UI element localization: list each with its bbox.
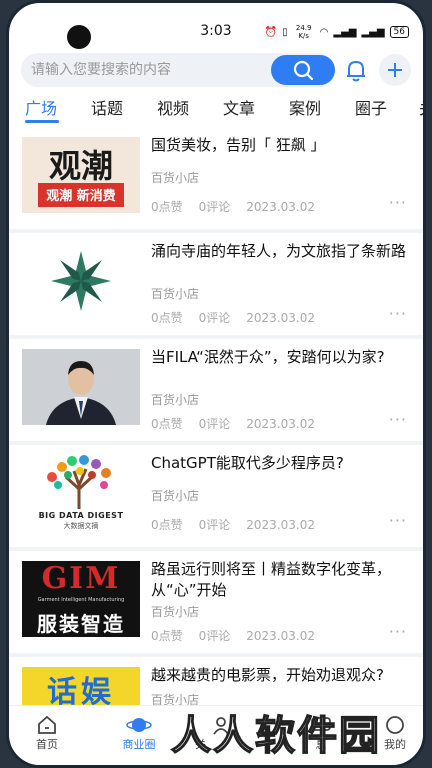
vibrate-icon: ▯ bbox=[282, 26, 288, 38]
thumb-subcaption-cn: 服装智造 bbox=[37, 612, 125, 636]
battery-icon: 56 bbox=[389, 26, 409, 38]
tree-logo-icon bbox=[47, 455, 111, 509]
shop-name: 百货小店 bbox=[151, 287, 200, 301]
article-title[interactable]: 国货美妆，告别「 狂飙 」 bbox=[151, 135, 415, 156]
article-thumbnail bbox=[22, 349, 140, 425]
thumb-caption: GIM bbox=[41, 561, 121, 596]
article-meta: 0点赞 0评论 2023.03.02 bbox=[151, 198, 331, 215]
comment-count: 0评论 bbox=[198, 629, 231, 643]
list-item[interactable]: 涌向寺庙的年轻人，为文旅指了条新路 百货小店 0点赞 0评论 2023.03.02 … bbox=[9, 233, 423, 335]
more-button[interactable]: ··· bbox=[389, 304, 407, 323]
status-icons: ⏰ ▯ 24.9 K/s ◠ ▂▄▆ ▂▄▆ 56 bbox=[265, 24, 409, 40]
net-speed: 24.9 K/s bbox=[295, 24, 312, 40]
article-title[interactable]: 涌向寺庙的年轻人，为文旅指了条新路 bbox=[151, 241, 415, 262]
article-thumbnail: 观潮 观潮 新消费 bbox=[22, 137, 140, 213]
article-title[interactable]: 当FILA“泯然于众”，安踏何以为家? bbox=[151, 347, 415, 368]
thumb-subcaption: 大数据文摘 bbox=[63, 522, 99, 530]
notification-button[interactable] bbox=[343, 57, 369, 83]
shop-name: 百货小店 bbox=[151, 393, 200, 407]
article-feed[interactable]: 观潮 观潮 新消费 国货美妆，告别「 狂飙 」 百货小店 0点赞 0评论 2023.… bbox=[9, 127, 423, 705]
publish-date: 2023.03.02 bbox=[246, 311, 315, 325]
like-count: 0点赞 bbox=[151, 629, 183, 643]
search-box bbox=[21, 53, 335, 87]
article-thumbnail: 话娱 bbox=[22, 667, 140, 705]
like-count: 0点赞 bbox=[151, 518, 183, 532]
publish-date: 2023.03.02 bbox=[246, 200, 315, 214]
comment-count: 0评论 bbox=[198, 417, 231, 431]
search-row bbox=[19, 53, 415, 87]
article-meta: 0点赞 0评论 2023.03.02 bbox=[151, 627, 331, 644]
like-count: 0点赞 bbox=[151, 311, 183, 325]
more-button[interactable]: ··· bbox=[389, 193, 407, 212]
article-thumbnail bbox=[22, 243, 140, 319]
article-meta: 0点赞 0评论 2023.03.02 bbox=[151, 415, 331, 432]
nav-home-label: 首页 bbox=[36, 738, 58, 751]
portrait-image bbox=[22, 349, 140, 425]
list-item[interactable]: GIM Garment Intelligent Manufacturing 服装… bbox=[9, 551, 423, 653]
list-item[interactable]: BIG DATA DIGEST 大数据文摘 ChatGPT能取代多少程序员? 百… bbox=[9, 445, 423, 547]
tab-overflow[interactable]: 关 bbox=[419, 95, 423, 119]
like-count: 0点赞 bbox=[151, 417, 183, 431]
comment-count: 0评论 bbox=[198, 311, 231, 325]
list-item[interactable]: 观潮 观潮 新消费 国货美妆，告别「 狂飙 」 百货小店 0点赞 0评论 2023.… bbox=[9, 127, 423, 229]
tab-topics[interactable]: 话题 bbox=[91, 95, 123, 119]
search-button[interactable] bbox=[271, 55, 335, 85]
signal-icon: ▂▄▆ bbox=[361, 26, 385, 38]
add-button[interactable] bbox=[379, 54, 411, 86]
shop-name: 百货小店 bbox=[151, 489, 200, 503]
active-tab-indicator bbox=[25, 120, 59, 123]
article-thumbnail: GIM Garment Intelligent Manufacturing 服装… bbox=[22, 561, 140, 637]
nav-business-circle-label: 商业圈 bbox=[122, 738, 156, 751]
publish-date: 2023.03.02 bbox=[246, 629, 315, 643]
status-bar: 3:03 ⏰ ▯ 24.9 K/s ◠ ▂▄▆ ▂▄▆ 56 bbox=[9, 3, 423, 49]
tab-circles[interactable]: 圈子 bbox=[355, 95, 387, 119]
tab-square[interactable]: 广场 bbox=[25, 95, 57, 119]
more-button[interactable]: ··· bbox=[389, 511, 407, 530]
site-watermark: 人人软件园 bbox=[170, 712, 381, 760]
tab-cases[interactable]: 案例 bbox=[289, 95, 321, 119]
article-title[interactable]: 路虽远行则将至丨精益数字化变革，从“心”开始 bbox=[151, 559, 415, 601]
signal-icon: ▂▄▆ bbox=[333, 26, 357, 38]
list-item[interactable]: 话娱 越来越贵的电影票，开始劝退观众? 百货小店 bbox=[9, 657, 423, 705]
more-button[interactable]: ··· bbox=[389, 622, 407, 641]
svg-text:观潮: 观潮 bbox=[49, 147, 113, 185]
tab-articles[interactable]: 文章 bbox=[223, 95, 255, 119]
tab-video[interactable]: 视频 bbox=[157, 95, 189, 119]
thumb-caption: 观潮 新消费 bbox=[46, 189, 116, 204]
search-icon bbox=[293, 60, 314, 81]
shop-name: 百货小店 bbox=[151, 171, 200, 185]
search-input[interactable] bbox=[31, 53, 261, 87]
bell-icon bbox=[347, 60, 365, 82]
article-meta: 0点赞 0评论 2023.03.02 bbox=[151, 309, 331, 326]
planet-icon bbox=[126, 718, 152, 732]
like-count: 0点赞 bbox=[151, 200, 183, 214]
category-tabs: 广场 话题 视频 文章 案例 圈子 关 bbox=[9, 95, 423, 125]
publish-date: 2023.03.02 bbox=[246, 518, 315, 532]
thumb-caption: 话娱 bbox=[47, 675, 115, 705]
article-meta: 0点赞 0评论 2023.03.02 bbox=[151, 516, 331, 533]
comment-count: 0评论 bbox=[198, 518, 231, 532]
more-button[interactable]: ··· bbox=[389, 410, 407, 429]
nav-business-circle[interactable]: 商业圈 bbox=[109, 714, 169, 752]
article-title[interactable]: ChatGPT能取代多少程序员? bbox=[151, 453, 415, 474]
plus-icon bbox=[388, 63, 402, 77]
phone-screen: 3:03 ⏰ ▯ 24.9 K/s ◠ ▂▄▆ ▂▄▆ 56 请输入您要搜索的内… bbox=[6, 0, 426, 768]
thumb-caption: BIG DATA DIGEST bbox=[38, 511, 124, 520]
profile-icon bbox=[386, 716, 404, 734]
article-thumbnail: BIG DATA DIGEST 大数据文摘 bbox=[22, 455, 140, 531]
nav-home[interactable]: 首页 bbox=[17, 714, 77, 752]
star-logo-icon bbox=[51, 251, 111, 311]
list-item[interactable]: 当FILA“泯然于众”，安踏何以为家? 百货小店 0点赞 0评论 2023.03.0… bbox=[9, 339, 423, 441]
thumb-subcaption: Garment Intelligent Manufacturing bbox=[37, 597, 125, 603]
home-icon bbox=[38, 715, 56, 734]
alarm-icon: ⏰ bbox=[264, 26, 278, 38]
shop-name: 百货小店 bbox=[151, 605, 200, 619]
comment-count: 0评论 bbox=[198, 200, 231, 214]
article-title[interactable]: 越来越贵的电影票，开始劝退观众? bbox=[151, 665, 415, 686]
publish-date: 2023.03.02 bbox=[246, 417, 315, 431]
wifi-icon: ◠ bbox=[319, 26, 329, 38]
